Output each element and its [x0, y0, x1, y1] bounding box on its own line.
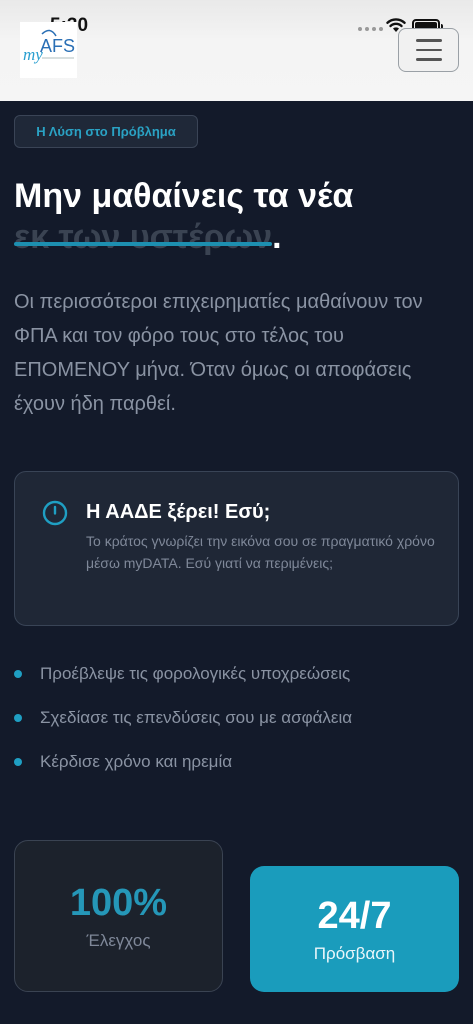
stat-value: 24/7: [317, 895, 392, 937]
hamburger-menu-button[interactable]: [398, 28, 459, 72]
stat-label: Πρόσβαση: [313, 944, 396, 963]
struck-text: εκ των υστέρων: [14, 218, 273, 256]
hero-title-line2: εκ των υστέρων.: [14, 215, 282, 259]
bullet-dot-icon: [14, 714, 22, 722]
bullet-dot-icon: [14, 758, 22, 766]
hamburger-menu-icon-bar: [415, 48, 442, 52]
list-item: Κέρδισε χρόνο και ηρεμία: [14, 740, 464, 784]
svg-text:AFS: AFS: [40, 36, 75, 56]
hamburger-menu-icon-bar: [415, 39, 442, 42]
list-item-text: Κέρδισε χρόνο και ηρεμία: [40, 752, 233, 771]
header: 5:30 my AFS: [0, 0, 473, 101]
card-text: Το κράτος γνωρίζει την εικόνα σου σε πρα…: [86, 533, 435, 571]
stat-value: 100%: [69, 882, 168, 924]
stat-card-access: 24/7 Πρόσβαση: [250, 866, 459, 992]
hero-lead-text: Οι περισσότεροι επιχειρηματίες μαθαίνουν…: [14, 291, 423, 415]
stat-card-control: 100% Έλεγχος: [14, 840, 223, 992]
clock-icon: [42, 500, 68, 526]
logo[interactable]: my AFS: [20, 22, 77, 78]
stat-label: Έλεγχος: [86, 931, 151, 950]
list-item: Προέβλεψε τις φορολογικές υποχρεώσεις: [14, 652, 464, 696]
list-item: Σχεδίασε τις επενδύσεις σου με ασφάλεια: [14, 696, 464, 740]
info-card: Η ΑΑΔΕ ξέρει! Εσύ; Το κράτος γνωρίζει τη…: [14, 471, 459, 626]
bullet-dot-icon: [14, 670, 22, 678]
list-item-text: Προέβλεψε τις φορολογικές υποχρεώσεις: [40, 664, 351, 683]
signal-icon: [358, 27, 383, 31]
list-item-text: Σχεδίασε τις επενδύσεις σου με ασφάλεια: [40, 708, 353, 727]
hero-title: Μην μαθαίνεις τα νέα: [14, 177, 354, 215]
section-badge: Η Λύση στο Πρόβλημα: [14, 115, 198, 148]
page: 5:30 my AFS Η Λύση στο Πρόβλημα Μην μαθα…: [0, 0, 473, 1024]
hamburger-menu-icon-bar: [415, 58, 442, 61]
title-period: .: [272, 218, 282, 256]
card-title: Η ΑΑΔΕ ξέρει! Εσύ;: [86, 501, 271, 523]
logo-mark: my AFS: [23, 29, 75, 64]
benefits-list: Προέβλεψε τις φορολογικές υποχρεώσεις Σχ…: [14, 652, 464, 784]
